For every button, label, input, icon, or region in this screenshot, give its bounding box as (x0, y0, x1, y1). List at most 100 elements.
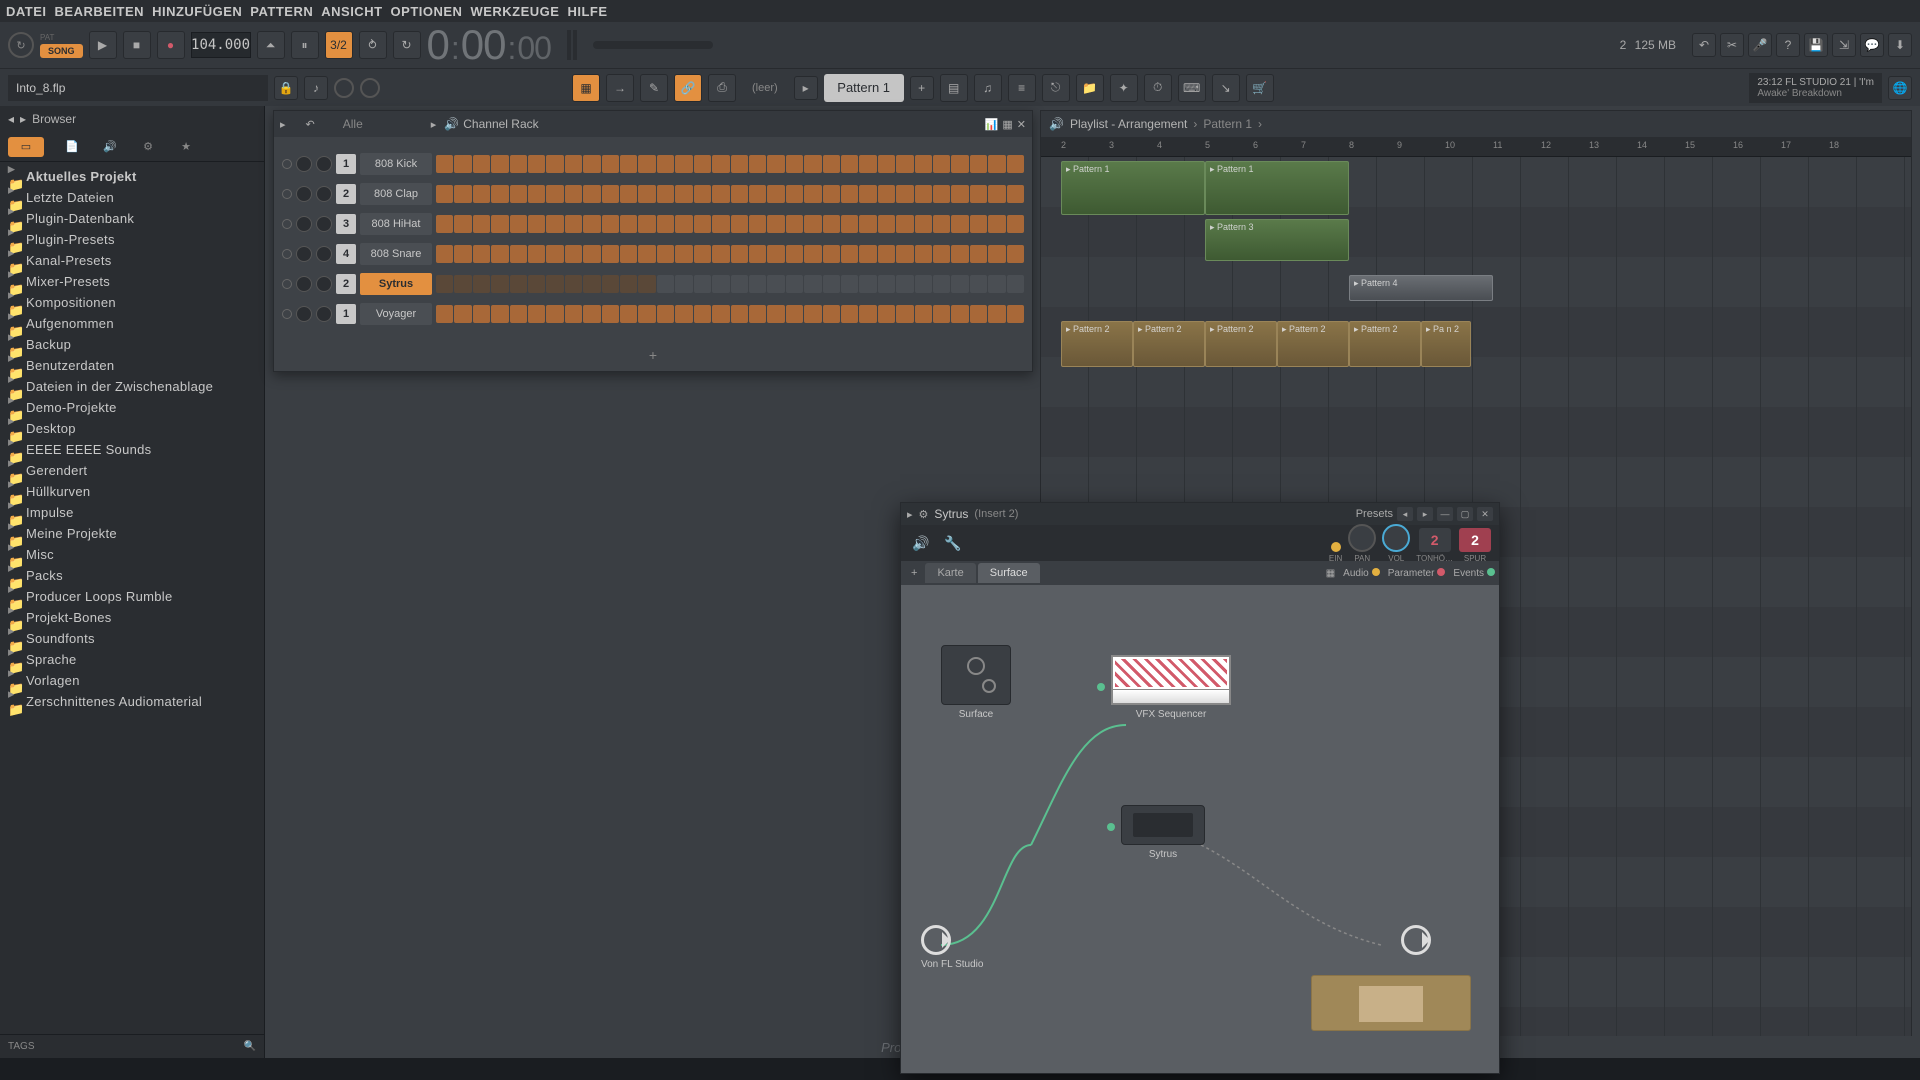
step-cell[interactable] (786, 185, 803, 203)
step-cell[interactable] (491, 245, 508, 263)
plugin-tab-opts-icon[interactable]: ▦ (1326, 568, 1335, 579)
channel-pan-knob[interactable] (296, 276, 312, 292)
channel-name[interactable]: 808 Snare (360, 243, 432, 265)
step-cell[interactable] (749, 245, 766, 263)
plugin-speaker-icon[interactable]: 🔊 (909, 531, 933, 555)
step-cell[interactable] (859, 215, 876, 233)
step-cell[interactable] (454, 275, 471, 293)
tree-item[interactable]: ▸📁Benutzerdaten (0, 355, 264, 376)
chrack-options-icon[interactable]: ▸ (431, 118, 437, 131)
browser-tab-audio-icon[interactable]: 🔊 (100, 137, 120, 157)
step-cell[interactable] (491, 185, 508, 203)
step-cell[interactable] (804, 245, 821, 263)
tree-item[interactable]: ▸📁Projekt-Bones (0, 607, 264, 628)
plugin-wrench-icon[interactable]: 🔧 (941, 531, 965, 555)
step-cell[interactable] (473, 155, 490, 173)
step-cell[interactable] (731, 275, 748, 293)
step-cell[interactable] (528, 275, 545, 293)
step-cell[interactable] (436, 305, 453, 323)
step-cell[interactable] (620, 305, 637, 323)
playlist-clip[interactable]: ▸ Pattern 1 (1061, 161, 1205, 215)
step-cell[interactable] (528, 245, 545, 263)
step-cell[interactable] (988, 155, 1005, 173)
step-cell[interactable] (491, 305, 508, 323)
globe-icon[interactable]: 🌐 (1888, 76, 1912, 100)
step-cell[interactable] (804, 155, 821, 173)
step-cell[interactable] (638, 275, 655, 293)
step-cell[interactable] (915, 185, 932, 203)
step-cell[interactable] (712, 155, 729, 173)
plugin-vol-knob[interactable] (1382, 524, 1410, 552)
chrack-menu-icon[interactable]: ▸ (280, 118, 286, 131)
step-cell[interactable] (1007, 185, 1024, 203)
channel-mute[interactable] (282, 249, 292, 259)
step-cell[interactable] (988, 185, 1005, 203)
channel-pan-knob[interactable] (296, 306, 312, 322)
piano-roll-button[interactable]: ♫ (974, 74, 1002, 102)
tree-item[interactable]: ▸📁Aktuelles Projekt (0, 166, 264, 187)
step-cell[interactable] (859, 185, 876, 203)
step-cell[interactable] (546, 275, 563, 293)
step-cell[interactable] (620, 155, 637, 173)
tree-item[interactable]: ▸📁Misc (0, 544, 264, 565)
tree-item[interactable]: ▸📁EEEE EEEE Sounds (0, 439, 264, 460)
stamp-icon[interactable]: ⎙ (708, 74, 736, 102)
chrack-close-icon[interactable]: ✕ (1017, 118, 1026, 131)
step-cell[interactable] (749, 185, 766, 203)
menu-hilfe[interactable]: HILFE (567, 4, 607, 19)
step-cell[interactable] (675, 155, 692, 173)
step-cell[interactable] (767, 245, 784, 263)
step-cell[interactable] (859, 245, 876, 263)
step-cell[interactable] (694, 245, 711, 263)
step-cell[interactable] (878, 305, 895, 323)
step-cell[interactable] (565, 215, 582, 233)
patcher-node-input[interactable]: Von FL Studio (921, 925, 983, 970)
chat-icon[interactable]: 💬 (1860, 33, 1884, 57)
step-cell[interactable] (767, 215, 784, 233)
step-cell[interactable] (786, 305, 803, 323)
step-cell[interactable] (823, 245, 840, 263)
mic-icon[interactable]: 🎤 (1748, 33, 1772, 57)
step-cell[interactable] (878, 155, 895, 173)
step-cell[interactable] (915, 215, 932, 233)
step-cell[interactable] (491, 275, 508, 293)
step-cell[interactable] (878, 245, 895, 263)
step-cell[interactable] (510, 185, 527, 203)
patcher-node-sytrus[interactable]: Sytrus (1121, 805, 1205, 860)
step-cell[interactable] (1007, 305, 1024, 323)
step-cell[interactable] (436, 185, 453, 203)
step-cell[interactable] (694, 155, 711, 173)
step-cell[interactable] (878, 185, 895, 203)
tree-item[interactable]: ▸📁Packs (0, 565, 264, 586)
channel-rack-window[interactable]: ▸ ↶ Alle ▸ 🔊 Channel Rack 📊 ▦ ✕ 1808 Kic… (273, 110, 1033, 372)
playlist-button[interactable]: ▤ (940, 74, 968, 102)
step-cell[interactable] (510, 215, 527, 233)
channel-vol-knob[interactable] (316, 156, 332, 172)
step-cell[interactable] (767, 275, 784, 293)
playlist-clip[interactable]: ▸ Pattern 3 (1205, 219, 1349, 261)
patcher-node-output[interactable] (1401, 925, 1431, 955)
step-cell[interactable] (731, 215, 748, 233)
step-cell[interactable] (970, 245, 987, 263)
step-cell[interactable] (878, 215, 895, 233)
step-cell[interactable] (951, 245, 968, 263)
draw-tool-icon[interactable]: ✎ (640, 74, 668, 102)
channel-mute[interactable] (282, 189, 292, 199)
snap-mode-icon[interactable]: → (606, 74, 634, 102)
browser-tab-files-icon[interactable]: 📄 (62, 137, 82, 157)
step-cell[interactable] (620, 245, 637, 263)
step-cell[interactable] (933, 305, 950, 323)
plugin-window[interactable]: ▸ ⚙ Sytrus (Insert 2) Presets ◂ ▸ — ▢ ✕ … (900, 502, 1500, 1074)
channel-vol-knob[interactable] (316, 246, 332, 262)
step-cell[interactable] (694, 305, 711, 323)
step-cell[interactable] (951, 155, 968, 173)
browser-tab-settings-icon[interactable]: ⚙ (138, 137, 158, 157)
step-cell[interactable] (767, 305, 784, 323)
step-cell[interactable] (841, 245, 858, 263)
plugin-preset-next[interactable]: ▸ (1417, 507, 1433, 521)
channel-name[interactable]: Voyager (360, 303, 432, 325)
plugin-opt-audio[interactable]: Audio (1343, 568, 1369, 579)
chrack-add-button[interactable]: + (274, 339, 1032, 371)
step-cell[interactable] (1007, 155, 1024, 173)
channel-row[interactable]: 2808 Clap (282, 181, 1024, 207)
